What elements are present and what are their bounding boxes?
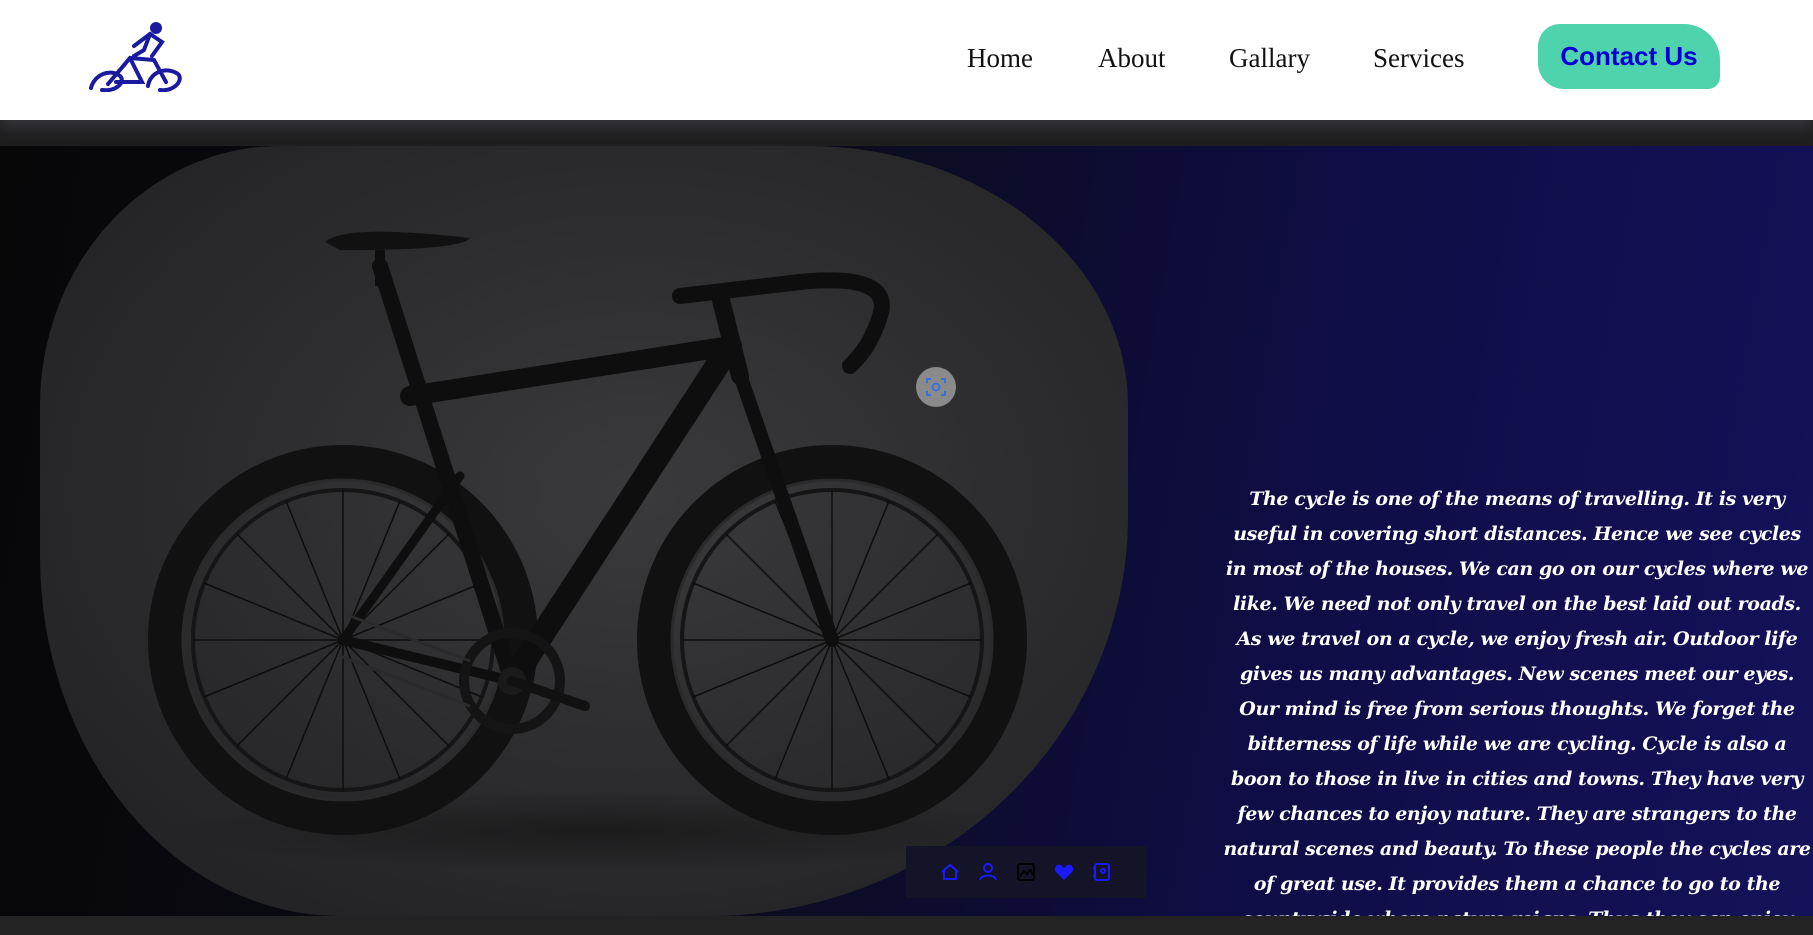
nav-gallary-link[interactable]: Gallary (1229, 40, 1310, 76)
home-icon[interactable] (938, 860, 962, 884)
page-bottom-strip (0, 916, 1813, 935)
road-bike-image (40, 146, 1128, 916)
contact-icon[interactable] (1090, 860, 1114, 884)
navbar: Home About Gallary Services Contact Us (0, 0, 1813, 120)
contact-us-button[interactable]: Contact Us (1538, 24, 1720, 89)
social-icon-bar (906, 846, 1146, 898)
nav-about-link[interactable]: About (1098, 40, 1166, 76)
scan-icon[interactable] (916, 367, 956, 407)
hero-section: The cycle is one of the means of travell… (0, 146, 1813, 916)
gallery-icon[interactable] (1014, 860, 1038, 884)
road-bike-illustration (148, 231, 1030, 871)
nav-services-link[interactable]: Services (1373, 40, 1464, 76)
user-icon[interactable] (976, 860, 1000, 884)
heart-icon[interactable] (1052, 860, 1076, 884)
nav-home-link[interactable]: Home (967, 40, 1033, 76)
hero-paragraph: The cycle is one of the means of travell… (1223, 488, 1811, 916)
